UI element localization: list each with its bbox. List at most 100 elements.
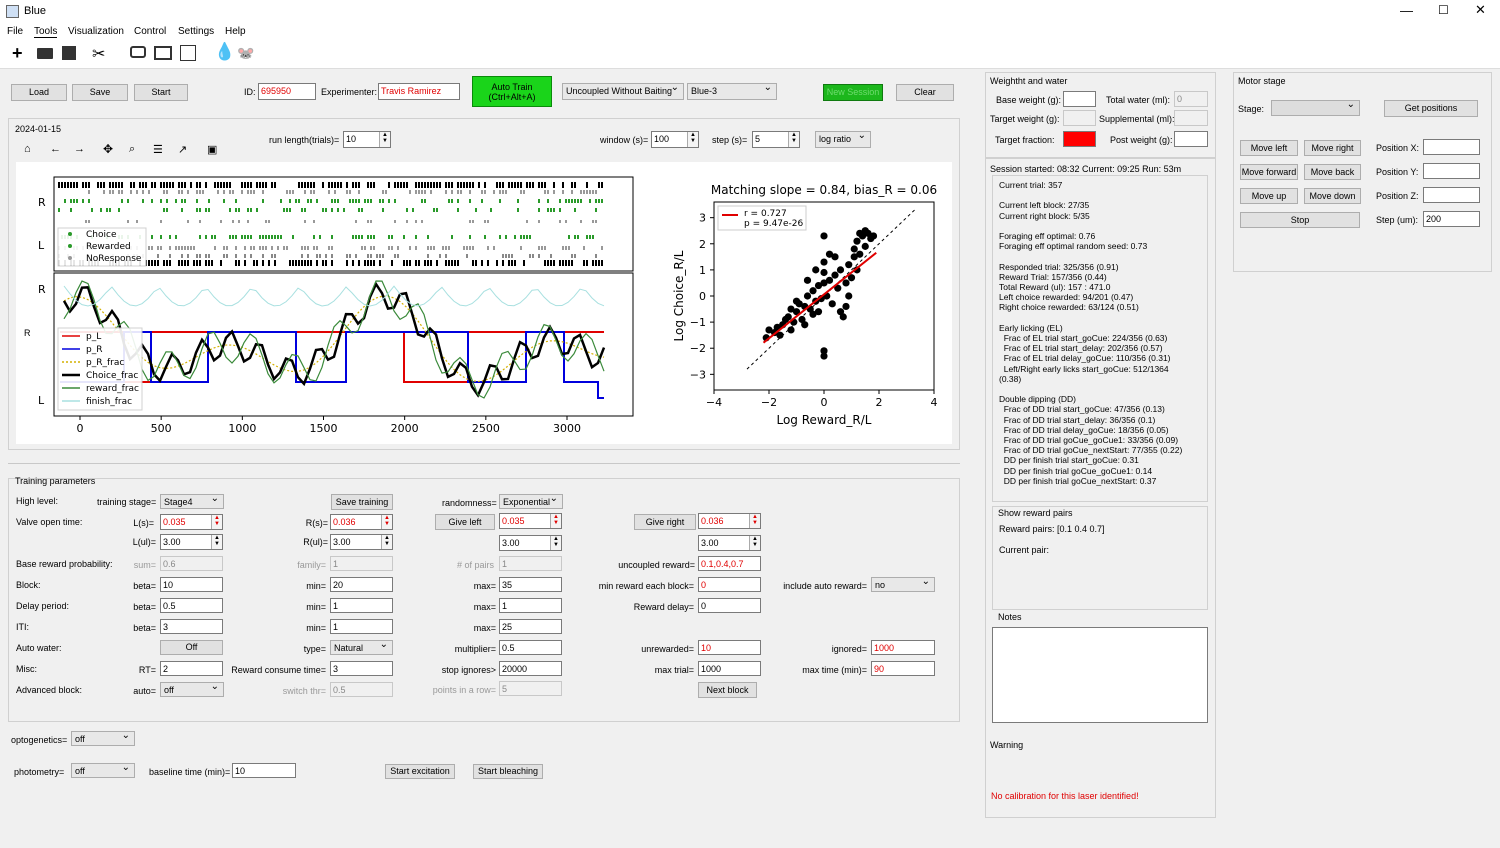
spin-arrows-icon[interactable]: ▲ ▼ — [381, 515, 392, 529]
give-left-input[interactable]: 0.035 ▲ ▼ — [499, 513, 562, 529]
supplemental-input[interactable] — [1174, 110, 1208, 126]
camera-icon[interactable] — [130, 46, 146, 58]
window-input[interactable]: 100 ▲ ▼ — [651, 131, 699, 148]
auto-reward-select[interactable]: no — [871, 575, 935, 592]
total-water-input[interactable]: 0 — [1174, 91, 1208, 107]
consume-input[interactable]: 3 — [330, 661, 393, 676]
type-select[interactable]: Natural — [330, 638, 393, 655]
position-z-input[interactable] — [1423, 187, 1480, 203]
family-input[interactable]: 1 — [330, 556, 393, 571]
uncoupled-input[interactable]: 0.1,0.4,0.7 — [698, 556, 761, 571]
spin-arrows-icon[interactable]: ▲ ▼ — [687, 132, 698, 147]
multiplier-input[interactable]: 0.5 — [499, 640, 562, 655]
points-row-input[interactable]: 5 — [499, 681, 562, 696]
menu-help[interactable]: Help — [225, 26, 246, 37]
task-select[interactable]: Uncoupled Without Baiting — [562, 81, 684, 100]
block-min-input[interactable]: 20 — [330, 577, 393, 592]
load-button[interactable]: Load — [11, 84, 67, 101]
rt-input[interactable]: 2 — [160, 661, 223, 676]
configure-subplots-icon[interactable]: ☰ — [153, 143, 163, 156]
give-right-ul-input[interactable]: 3.00 ▲ ▼ — [698, 535, 761, 551]
photometry-select[interactable]: off — [71, 761, 135, 778]
menu-control[interactable]: Control — [134, 26, 166, 37]
max-trial-input[interactable]: 1000 — [698, 661, 761, 676]
menu-tools[interactable]: Tools — [34, 26, 58, 38]
randomness-select[interactable]: Exponential — [499, 492, 563, 509]
delay-min-input[interactable]: 1 — [330, 598, 393, 613]
delay-max-input[interactable]: 1 — [499, 598, 562, 613]
iti-max-input[interactable]: 25 — [499, 619, 562, 634]
start-bleaching-button[interactable]: Start bleaching — [473, 764, 543, 779]
L-s-input[interactable]: 0.035 ▲ ▼ — [160, 514, 223, 530]
forward-arrow-icon[interactable]: → — [74, 143, 85, 155]
ignored-input[interactable]: 1000 — [871, 640, 935, 655]
position-y-input[interactable] — [1423, 163, 1480, 179]
ratio-select[interactable]: log ratio — [815, 129, 871, 148]
cut-icon[interactable]: ✂ — [92, 44, 105, 64]
block-beta-input[interactable]: 10 — [160, 577, 223, 592]
baseline-input[interactable]: 10 — [232, 763, 296, 778]
maximize-icon[interactable]: ☐ — [1438, 3, 1449, 17]
menu-visualization[interactable]: Visualization — [68, 26, 124, 37]
notes-textarea[interactable] — [992, 627, 1208, 723]
spin-arrows-icon[interactable]: ▲ ▼ — [381, 535, 392, 549]
start-excitation-button[interactable]: Start excitation — [385, 764, 455, 779]
move-down-button[interactable]: Move down — [1304, 188, 1361, 204]
save-button[interactable]: Save — [72, 84, 128, 101]
save-training-button[interactable]: Save training — [331, 494, 393, 510]
start-button[interactable]: Start — [134, 84, 188, 101]
water-drop-icon[interactable]: 💧 — [214, 42, 235, 62]
base-weight-input[interactable] — [1063, 91, 1096, 107]
clear-button[interactable]: Clear — [896, 84, 954, 101]
optogenetics-select[interactable]: off — [71, 729, 135, 746]
close-icon[interactable]: ✕ — [1475, 2, 1486, 18]
auto-train-button[interactable]: Auto Train (Ctrl+Alt+A) — [472, 76, 552, 107]
give-left-button[interactable]: Give left — [435, 514, 495, 530]
R-ul-input[interactable]: 3.00 ▲ ▼ — [330, 534, 393, 550]
rig-select[interactable]: Blue-3 — [687, 81, 777, 100]
delay-beta-input[interactable]: 0.5 — [160, 598, 223, 613]
move-right-button[interactable]: Move right — [1304, 140, 1361, 156]
spin-arrows-icon[interactable]: ▲ ▼ — [211, 535, 222, 549]
mouse-icon[interactable]: 🐭 — [237, 45, 254, 62]
experimenter-input[interactable]: Travis Ramirez — [378, 83, 460, 100]
edit-axis-icon[interactable]: ↗ — [178, 143, 187, 156]
give-right-input[interactable]: 0.036 ▲ ▼ — [698, 513, 761, 529]
iti-min-input[interactable]: 1 — [330, 619, 393, 634]
spin-arrows-icon[interactable]: ▲ ▼ — [379, 132, 390, 147]
spin-arrows-icon[interactable]: ▲ ▼ — [749, 536, 760, 550]
stage-select[interactable] — [1271, 98, 1360, 116]
new-icon[interactable]: + — [12, 43, 23, 64]
run-length-input[interactable]: 10 ▲ ▼ — [343, 131, 391, 148]
open-folder-icon[interactable] — [37, 48, 53, 59]
zoom-icon[interactable]: ⌕ — [129, 143, 135, 156]
printer-icon[interactable] — [154, 46, 172, 60]
reward-delay-input[interactable]: 0 — [698, 598, 761, 613]
spin-arrows-icon[interactable]: ▲ ▼ — [749, 514, 760, 528]
save-figure-icon[interactable]: ▣ — [207, 143, 217, 156]
position-x-input[interactable] — [1423, 139, 1480, 155]
stop-button[interactable]: Stop — [1240, 212, 1360, 228]
next-block-button[interactable]: Next block — [698, 682, 757, 698]
move-up-button[interactable]: Move up — [1240, 188, 1298, 204]
spin-arrows-icon[interactable]: ▲ ▼ — [211, 515, 222, 529]
back-arrow-icon[interactable]: ← — [50, 143, 61, 155]
home-icon[interactable]: ⌂ — [24, 143, 31, 155]
spin-arrows-icon[interactable]: ▲ ▼ — [550, 514, 561, 528]
unrewarded-input[interactable]: 10 — [698, 640, 761, 655]
pairs-input[interactable]: 1 — [499, 556, 562, 571]
sum-input[interactable]: 0.6 — [160, 556, 223, 571]
max-time-input[interactable]: 90 — [871, 661, 935, 676]
target-fraction-input[interactable] — [1063, 131, 1096, 147]
give-left-ul-input[interactable]: 3.00 ▲ ▼ — [499, 535, 562, 551]
step-input[interactable]: 5 ▲ ▼ — [752, 131, 800, 148]
new-session-button[interactable]: New Session — [823, 84, 883, 101]
step-um-input[interactable]: 200 — [1423, 211, 1480, 227]
notebook-icon[interactable] — [180, 45, 196, 61]
save-icon[interactable] — [62, 46, 76, 60]
get-positions-button[interactable]: Get positions — [1384, 100, 1478, 117]
min-reward-input[interactable]: 0 — [698, 577, 761, 592]
post-weight-input[interactable] — [1174, 131, 1208, 147]
L-ul-input[interactable]: 3.00 ▲ ▼ — [160, 534, 223, 550]
id-input[interactable]: 695950 — [258, 83, 316, 100]
